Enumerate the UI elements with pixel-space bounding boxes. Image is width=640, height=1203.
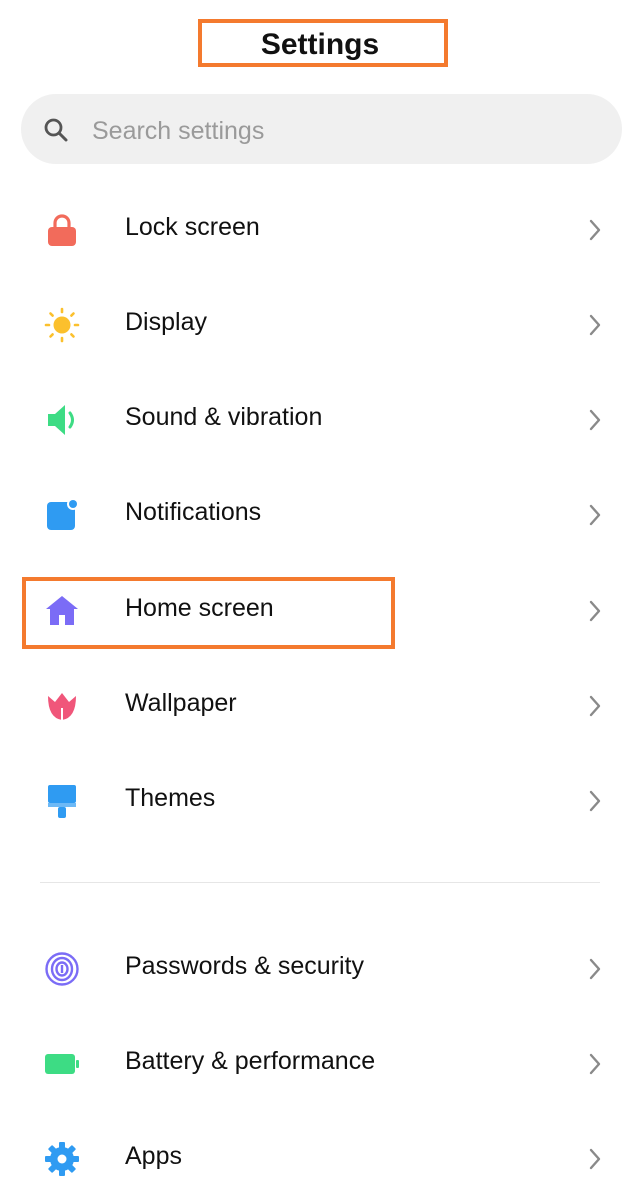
settings-item-label: Sound & vibration	[125, 403, 323, 431]
search-icon	[44, 118, 68, 142]
settings-item-label: Apps	[125, 1142, 182, 1170]
settings-item-label: Battery & performance	[125, 1047, 376, 1075]
page-title: Settings	[260, 28, 380, 61]
search-input[interactable]	[90, 110, 574, 152]
settings-item-passwords-security[interactable]: Passwords & security	[0, 923, 640, 1013]
speaker-icon	[48, 405, 74, 435]
chevron-right-icon	[589, 600, 601, 622]
settings-item-themes[interactable]: Themes	[0, 755, 640, 845]
chevron-right-icon	[589, 1148, 601, 1170]
chevron-right-icon	[589, 219, 601, 241]
chevron-right-icon	[589, 1053, 601, 1075]
sun-icon	[44, 307, 80, 343]
settings-item-sound[interactable]: Sound & vibration	[0, 374, 640, 464]
tulip-icon	[48, 693, 76, 720]
home-screen-highlight-box	[22, 577, 395, 649]
settings-item-display[interactable]: Display	[0, 279, 640, 369]
chevron-right-icon	[589, 504, 601, 526]
lock-icon	[48, 214, 76, 246]
fingerprint-icon	[45, 952, 79, 986]
notification-icon	[47, 498, 79, 530]
chevron-right-icon	[589, 409, 601, 431]
settings-item-label: Wallpaper	[125, 689, 237, 717]
chevron-right-icon	[589, 958, 601, 980]
settings-item-label: Passwords & security	[125, 952, 364, 980]
gear-icon	[45, 1142, 79, 1176]
settings-item-label: Notifications	[125, 498, 262, 526]
settings-item-label: Themes	[125, 784, 216, 812]
settings-item-lock-screen[interactable]: Lock screen	[0, 184, 640, 274]
settings-item-label: Lock screen	[125, 213, 260, 241]
settings-item-battery-performance[interactable]: Battery & performance	[0, 1018, 640, 1108]
settings-item-label: Display	[125, 308, 207, 336]
battery-icon	[45, 1054, 79, 1074]
section-divider	[40, 882, 600, 883]
settings-item-wallpaper[interactable]: Wallpaper	[0, 660, 640, 750]
settings-item-apps[interactable]: Apps	[0, 1113, 640, 1203]
settings-item-notifications[interactable]: Notifications	[0, 469, 640, 559]
brush-icon	[48, 785, 76, 818]
chevron-right-icon	[589, 790, 601, 812]
chevron-right-icon	[589, 695, 601, 717]
chevron-right-icon	[589, 314, 601, 336]
